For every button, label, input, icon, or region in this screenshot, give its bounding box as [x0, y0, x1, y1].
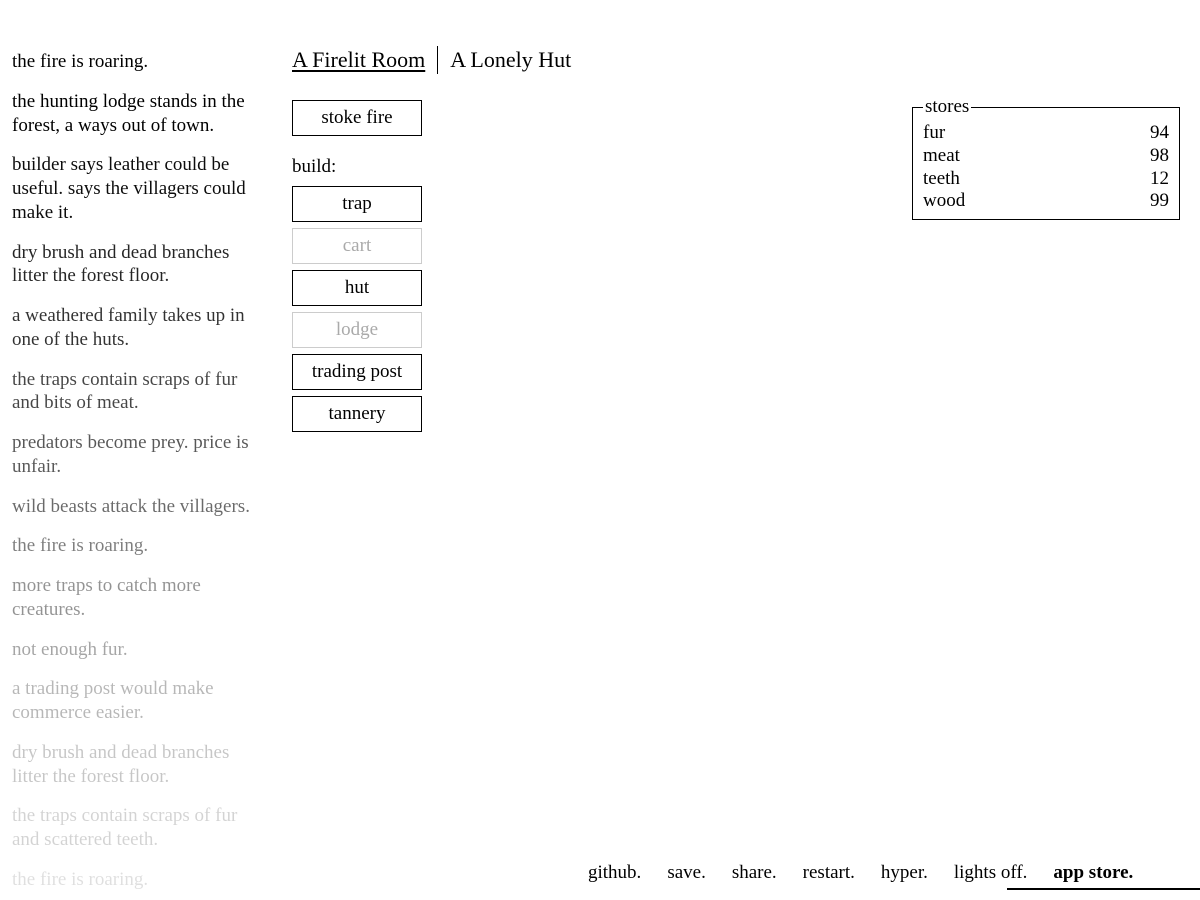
log-entry: builder says leather could be useful. sa… [12, 153, 267, 224]
log-entry: wild beasts attack the villagers. [12, 495, 267, 519]
store-row-fur: fur 94 [923, 122, 1169, 145]
footer-github[interactable]: github. [588, 862, 641, 884]
stores-panel: stores fur 94 meat 98 teeth 12 wood 99 [912, 96, 1180, 220]
location-tabs: A Firelit Room A Lonely Hut [292, 46, 571, 74]
build-tannery-button[interactable]: tannery [292, 396, 422, 432]
store-value: 99 [1150, 190, 1169, 213]
store-value: 12 [1150, 168, 1169, 191]
footer-lights-off[interactable]: lights off. [954, 862, 1028, 884]
log-entry: dry brush and dead branches litter the f… [12, 241, 267, 289]
footer-hyper[interactable]: hyper. [881, 862, 928, 884]
action-panel: stoke fire build: trap cart hut lodge tr… [292, 100, 432, 438]
log-entry: the fire is roaring. [12, 534, 267, 558]
footer-share[interactable]: share. [732, 862, 777, 884]
log-entry: a weathered family takes up in one of th… [12, 304, 267, 352]
log-entry: a trading post would make commerce easie… [12, 677, 267, 725]
build-label: build: [292, 156, 432, 178]
store-row-teeth: teeth 12 [923, 168, 1169, 191]
build-trading-post-button[interactable]: trading post [292, 354, 422, 390]
store-row-wood: wood 99 [923, 190, 1169, 213]
store-name: meat [923, 145, 960, 168]
log-entry: dry brush and dead branches litter the f… [12, 741, 267, 789]
store-row-meat: meat 98 [923, 145, 1169, 168]
stoke-fire-button[interactable]: stoke fire [292, 100, 422, 136]
store-name: teeth [923, 168, 960, 191]
log-entry: not enough fur. [12, 638, 267, 662]
log-entry: the fire is roaring. [12, 868, 267, 892]
store-name: wood [923, 190, 965, 213]
stores-fieldset: stores fur 94 meat 98 teeth 12 wood 99 [912, 96, 1180, 220]
stores-title: stores [923, 96, 971, 118]
tab-separator [437, 46, 438, 74]
log-entry: the hunting lodge stands in the forest, … [12, 90, 267, 138]
build-hut-button[interactable]: hut [292, 270, 422, 306]
footer-restart[interactable]: restart. [803, 862, 855, 884]
tab-firelit-room[interactable]: A Firelit Room [292, 47, 425, 73]
footer-links: github. save. share. restart. hyper. lig… [588, 862, 1133, 884]
log-entry: more traps to catch more creatures. [12, 574, 267, 622]
log-entry: the traps contain scraps of fur and bits… [12, 368, 267, 416]
store-value: 98 [1150, 145, 1169, 168]
footer-app-store[interactable]: app store. [1053, 862, 1133, 884]
log-entry: the traps contain scraps of fur and scat… [12, 804, 267, 852]
build-trap-button[interactable]: trap [292, 186, 422, 222]
store-value: 94 [1150, 122, 1169, 145]
tab-lonely-hut[interactable]: A Lonely Hut [450, 47, 571, 73]
build-cart-button: cart [292, 228, 422, 264]
event-log: the fire is roaring. the hunting lodge s… [12, 50, 267, 900]
build-lodge-button: lodge [292, 312, 422, 348]
store-name: fur [923, 122, 945, 145]
log-entry: the fire is roaring. [12, 50, 267, 74]
footer-save[interactable]: save. [667, 862, 706, 884]
log-entry: predators become prey. price is unfair. [12, 431, 267, 479]
